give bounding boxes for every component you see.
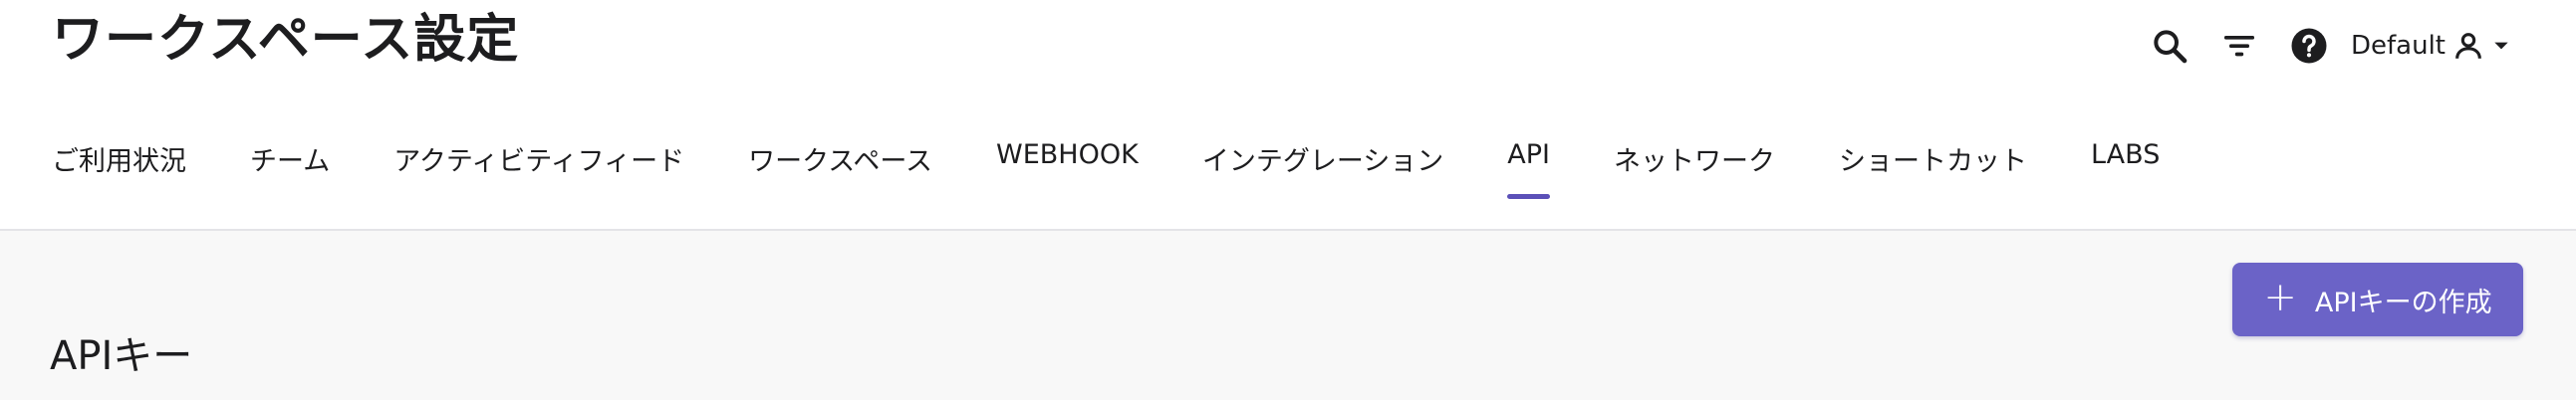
settings-header: ワークスペース設定 Default ご利用状況 チーム アクティビティフィード … [0, 0, 2576, 231]
user-icon [2455, 33, 2481, 59]
create-api-key-button[interactable]: + APIキーの作成 [2232, 263, 2523, 336]
settings-tabs: ご利用状況 チーム アクティビティフィード ワークスペース WEBHOOK イン… [52, 119, 2160, 199]
tab-team[interactable]: チーム [250, 119, 330, 199]
section-title: APIキー [50, 333, 193, 379]
search-icon [2154, 30, 2188, 64]
tab-integration[interactable]: インテグレーション [1202, 119, 1443, 199]
search-button[interactable] [2140, 16, 2199, 76]
help-icon [2291, 28, 2327, 64]
account-menu[interactable]: Default [2351, 16, 2511, 76]
create-api-key-label: APIキーの作成 [2314, 287, 2492, 318]
account-label: Default [2351, 31, 2446, 61]
tab-labs[interactable]: LABS [2091, 119, 2160, 199]
tab-shortcuts[interactable]: ショートカット [1839, 119, 2027, 199]
tab-usage[interactable]: ご利用状況 [52, 119, 186, 199]
help-button[interactable] [2279, 16, 2339, 76]
tab-activity-feed[interactable]: アクティビティフィード [393, 119, 684, 199]
filter-icon [2224, 36, 2254, 57]
filter-button[interactable] [2209, 16, 2269, 76]
tab-workspace[interactable]: ワークスペース [748, 119, 932, 199]
tab-api[interactable]: API [1507, 119, 1550, 199]
tab-network[interactable]: ネットワーク [1614, 119, 1775, 199]
chevron-down-icon [2494, 42, 2508, 50]
tab-webhook[interactable]: WEBHOOK [996, 119, 1139, 199]
plus-icon: + [2263, 275, 2297, 320]
page-title: ワークスペース設定 [52, 10, 520, 70]
